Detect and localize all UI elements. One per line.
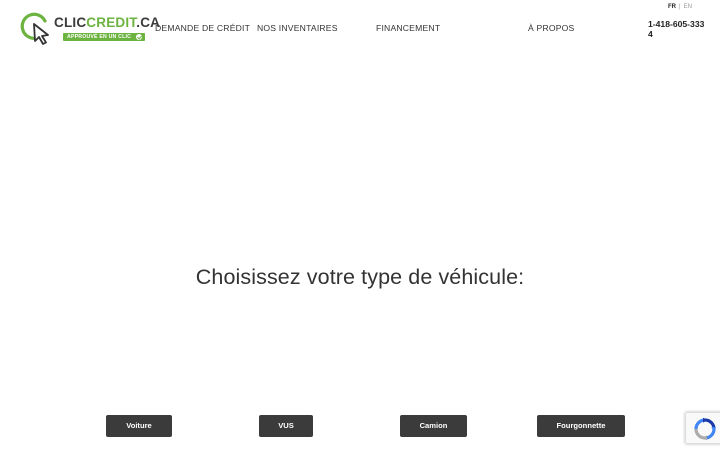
recaptcha-icon — [694, 417, 716, 441]
page-heading: Choisissez votre type de véhicule: — [195, 265, 525, 289]
logo-word-dark: CLIC — [54, 15, 87, 30]
vehicle-type-minivan-button[interactable]: Fourgonnette — [537, 415, 625, 437]
site-logo[interactable]: CLICCREDIT.CA APPROUVÉ EN UN CLIC — [18, 10, 160, 46]
lang-en[interactable]: EN — [684, 4, 692, 10]
page: CLICCREDIT.CA APPROUVÉ EN UN CLIC DEMAND… — [0, 0, 720, 450]
logo-tagline: APPROUVÉ EN UN CLIC — [63, 33, 146, 41]
logo-tagline-text: APPROUVÉ EN UN CLIC — [67, 34, 132, 40]
lang-separator: | — [679, 4, 681, 10]
vehicle-type-car-button[interactable]: Voiture — [106, 415, 172, 437]
nav-credit-application[interactable]: DEMANDE DE CRÉDIT — [155, 23, 250, 33]
nav-about[interactable]: À PROPOS — [528, 23, 575, 33]
logo-word-green: CREDIT — [86, 15, 137, 30]
vehicle-type-truck-button[interactable]: Camion — [400, 415, 467, 437]
logo-wordmark: CLICCREDIT.CA — [54, 15, 160, 30]
site-header: CLICCREDIT.CA APPROUVÉ EN UN CLIC DEMAND… — [0, 0, 720, 56]
nav-financing[interactable]: FINANCEMENT — [376, 23, 440, 33]
lang-fr[interactable]: FR — [668, 4, 676, 10]
language-switcher: FR | EN — [668, 4, 692, 10]
magnifier-cursor-icon — [20, 12, 49, 45]
recaptcha-badge[interactable] — [685, 412, 720, 444]
nav-inventory[interactable]: NOS INVENTAIRES — [257, 23, 338, 33]
vehicle-type-suv-button[interactable]: VUS — [259, 415, 313, 437]
check-icon — [136, 34, 143, 40]
phone-number[interactable]: 1-418-605-3334 — [648, 19, 708, 39]
